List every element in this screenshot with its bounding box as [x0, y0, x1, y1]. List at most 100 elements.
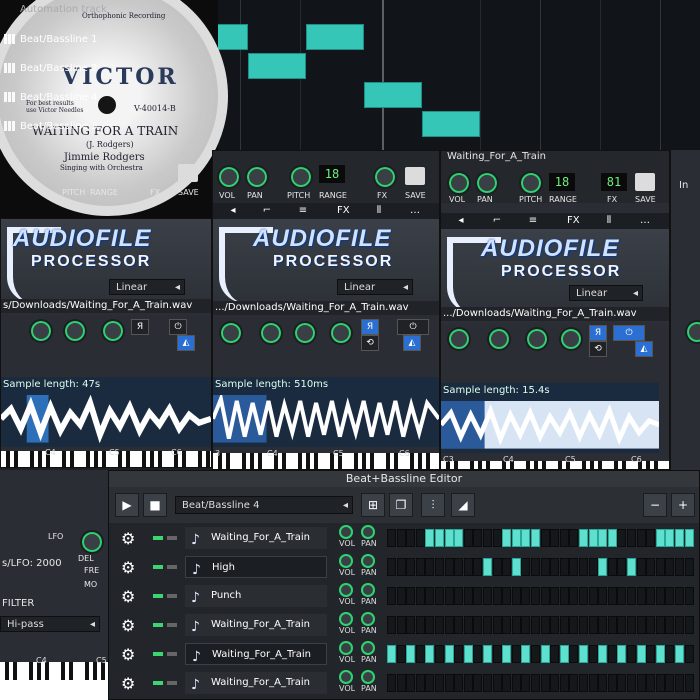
step-button[interactable]	[387, 645, 396, 663]
loop-point-knob[interactable]	[329, 321, 353, 345]
black-key[interactable]	[142, 451, 146, 467]
black-key[interactable]	[258, 453, 262, 469]
black-key[interactable]	[646, 461, 650, 469]
add-steps-button[interactable]: +	[671, 493, 695, 517]
step-button[interactable]	[569, 674, 579, 692]
loop-point-knob[interactable]	[101, 319, 125, 343]
step-button[interactable]	[646, 558, 656, 576]
pan-knob[interactable]	[245, 165, 269, 189]
pan-knob[interactable]	[361, 525, 375, 539]
step-button[interactable]	[435, 645, 444, 663]
step-button[interactable]	[502, 529, 512, 547]
step-button[interactable]	[540, 674, 550, 692]
step-button[interactable]	[559, 558, 569, 576]
step-button[interactable]	[579, 616, 588, 634]
step-button[interactable]	[502, 616, 512, 634]
step-button[interactable]	[406, 587, 416, 605]
step-button[interactable]	[425, 616, 435, 634]
black-key[interactable]	[598, 461, 602, 469]
step-button[interactable]	[684, 529, 694, 547]
tab-envelope[interactable]: ⌐	[261, 205, 273, 217]
black-key[interactable]	[6, 451, 10, 467]
step-button[interactable]	[454, 529, 464, 547]
tab-misc[interactable]: …	[409, 205, 421, 217]
step-button[interactable]	[655, 529, 665, 547]
mute-led[interactable]	[153, 565, 163, 569]
step-button[interactable]	[550, 674, 560, 692]
black-key[interactable]	[410, 453, 414, 469]
black-key[interactable]	[354, 453, 358, 469]
fx-knob[interactable]	[373, 165, 397, 189]
solo-led[interactable]	[167, 565, 177, 569]
step-button[interactable]	[435, 558, 444, 576]
start-point-knob[interactable]	[487, 327, 511, 351]
power-icon[interactable]: ⏻	[397, 319, 429, 335]
step-button[interactable]	[473, 674, 483, 692]
step-button[interactable]	[483, 529, 492, 547]
tab-func[interactable]: ≡	[527, 215, 539, 227]
step-button[interactable]	[406, 558, 416, 576]
pattern-select[interactable]: Beat/Bassline 4 ◂	[175, 496, 353, 514]
step-button[interactable]	[665, 529, 675, 547]
vol-knob[interactable]	[339, 670, 353, 684]
step-button[interactable]	[665, 616, 675, 634]
step-button[interactable]	[588, 558, 598, 576]
step-button[interactable]	[559, 529, 569, 547]
mute-led[interactable]	[153, 623, 163, 627]
black-key[interactable]	[298, 453, 302, 469]
vol-knob[interactable]	[217, 165, 241, 189]
step-button[interactable]	[675, 587, 684, 605]
step-button[interactable]	[435, 674, 444, 692]
tab-plugin[interactable]: ◂	[455, 215, 467, 227]
step-button[interactable]	[396, 616, 406, 634]
solo-led[interactable]	[167, 681, 177, 685]
black-key[interactable]	[70, 451, 74, 467]
black-key[interactable]	[38, 451, 42, 467]
step-button[interactable]	[598, 529, 608, 547]
step-button[interactable]	[627, 558, 636, 576]
step-button[interactable]	[511, 616, 521, 634]
step-button[interactable]	[598, 558, 608, 576]
black-key[interactable]	[242, 453, 246, 469]
stutter-button[interactable]: ◭	[403, 335, 421, 351]
step-button[interactable]	[387, 616, 396, 634]
pan-knob[interactable]	[361, 612, 375, 626]
step-button[interactable]	[627, 587, 636, 605]
step-button[interactable]	[444, 529, 454, 547]
black-key[interactable]	[486, 461, 490, 469]
step-button[interactable]	[636, 529, 646, 547]
step-button[interactable]	[665, 645, 675, 663]
step-button[interactable]	[579, 674, 588, 692]
black-key[interactable]	[534, 461, 538, 469]
black-key[interactable]	[526, 461, 530, 469]
interpolation-select[interactable]: Linear ◂	[569, 285, 643, 301]
black-key[interactable]	[126, 451, 130, 467]
step-button[interactable]	[425, 558, 435, 576]
pattern-clip[interactable]	[422, 111, 480, 137]
vol-knob[interactable]	[339, 612, 353, 626]
instrument-name[interactable]: Waiting_For_A_Train	[447, 151, 546, 162]
step-button[interactable]	[607, 674, 617, 692]
step-button[interactable]	[521, 616, 531, 634]
step-button[interactable]	[531, 529, 540, 547]
step-button[interactable]	[655, 558, 665, 576]
remove-steps-button[interactable]: −	[643, 493, 667, 517]
step-button[interactable]	[415, 529, 425, 547]
track-automation[interactable]: Automation track	[0, 0, 190, 28]
save-icon[interactable]	[405, 167, 425, 185]
step-button[interactable]	[511, 645, 521, 663]
step-button[interactable]	[406, 645, 416, 663]
black-key[interactable]	[470, 461, 474, 469]
step-button[interactable]	[463, 616, 473, 634]
step-button[interactable]	[492, 558, 502, 576]
step-button[interactable]	[425, 645, 435, 663]
waveform-view[interactable]: Sample length: 510ms	[213, 377, 439, 447]
end-point-knob[interactable]	[293, 321, 317, 345]
vol-knob[interactable]	[339, 583, 353, 597]
step-button[interactable]	[473, 558, 483, 576]
black-key[interactable]	[5, 662, 9, 680]
step-button[interactable]	[675, 674, 684, 692]
pattern-clip[interactable]	[364, 82, 422, 108]
step-button[interactable]	[396, 558, 406, 576]
sample-path[interactable]: .../Downloads/Waiting_For_A_Train.wav	[213, 301, 439, 315]
